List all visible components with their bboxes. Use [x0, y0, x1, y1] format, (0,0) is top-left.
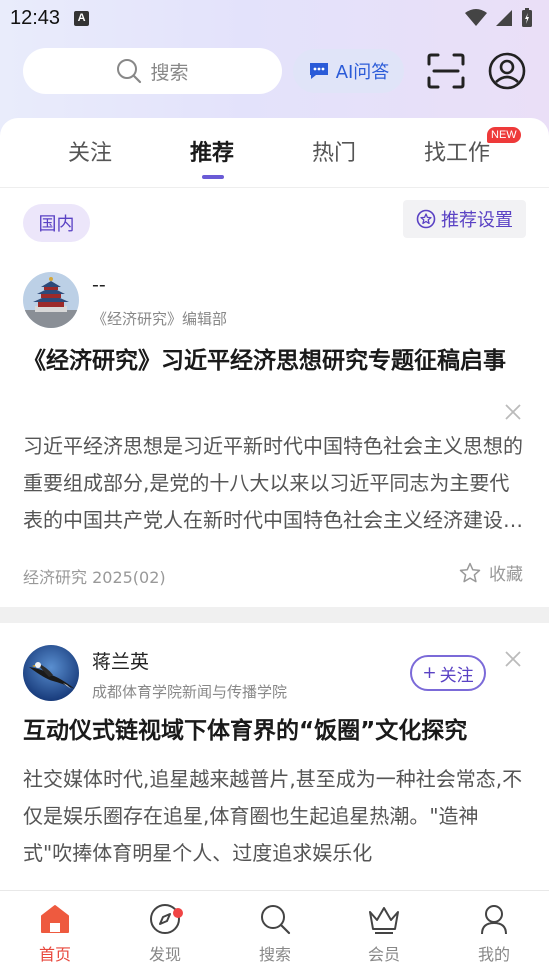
nav-mine-label: 我的: [477, 945, 510, 964]
recommend-settings-button[interactable]: 推荐设置: [403, 200, 526, 238]
status-icons: [465, 8, 533, 28]
article-summary[interactable]: 社交媒体时代,追星越来越普片,甚至成为一种社会常态,不仅是娱乐圈存在追星,体育圈…: [23, 761, 526, 872]
article-card[interactable]: -- 《经济研究》编辑部 《经济研究》习近平经济思想研究专题征稿启事 习近平经济…: [0, 270, 549, 600]
nav-search-label: 搜索: [258, 945, 291, 964]
status-bar: 12:43 A: [0, 0, 549, 36]
signal-icon: [496, 10, 512, 26]
card-separator: [0, 607, 549, 623]
nav-search[interactable]: 搜索: [245, 903, 305, 965]
nav-member[interactable]: 会员: [354, 903, 414, 965]
avatar[interactable]: [23, 645, 79, 701]
favorite-button[interactable]: 收藏: [459, 560, 523, 585]
search-icon: [261, 905, 291, 935]
tab-hot[interactable]: 热门: [312, 135, 356, 167]
close-icon[interactable]: [503, 402, 523, 422]
ai-qa-button[interactable]: AI问答: [293, 49, 404, 93]
active-tab-indicator: [202, 175, 224, 179]
nav-home-label: 首页: [38, 945, 71, 964]
user-icon: [481, 905, 507, 935]
home-icon: [41, 905, 69, 933]
favorite-label: 收藏: [489, 565, 523, 585]
temple-avatar-image: [23, 272, 79, 328]
author-org: 成都体育学院新闻与传播学院: [92, 683, 288, 701]
search-icon: [117, 59, 142, 84]
nav-member-label: 会员: [367, 945, 400, 964]
profile-icon[interactable]: [488, 52, 526, 90]
top-header: 搜索 AI问答: [0, 48, 549, 94]
chat-icon: [309, 63, 328, 79]
filter-row: 国内 推荐设置: [0, 200, 549, 242]
author-name[interactable]: --: [92, 274, 106, 296]
scan-icon[interactable]: [427, 53, 465, 89]
author-name[interactable]: 蒋兰英: [92, 647, 149, 674]
search-bar[interactable]: 搜索: [23, 48, 282, 94]
plus-icon: +: [422, 663, 437, 683]
tabs-divider: [0, 187, 549, 188]
article-title[interactable]: 《经济研究》习近平经济思想研究专题征稿启事: [23, 342, 526, 381]
battery-icon: [522, 8, 532, 27]
notification-dot: [173, 908, 183, 918]
nav-discover-label: 发现: [148, 945, 181, 964]
content-panel: 关注 推荐 热门 找工作 NEW 国内 推荐设置 -- 《经济研究》编辑部 《经…: [0, 118, 549, 976]
nav-home[interactable]: 首页: [25, 903, 85, 965]
new-badge: NEW: [487, 127, 521, 143]
eagle-avatar-image: [23, 645, 79, 701]
region-chip[interactable]: 国内: [23, 204, 90, 242]
bottom-nav: 首页 发现 搜索 会员 我的: [0, 890, 549, 976]
follow-label: 关注: [439, 665, 474, 686]
nav-discover[interactable]: 发现: [135, 903, 195, 965]
star-badge-icon: [416, 209, 436, 229]
wifi-icon: [465, 9, 487, 26]
status-time: 12:43: [10, 6, 61, 29]
recommend-settings-label: 推荐设置: [441, 210, 513, 231]
tab-jobs[interactable]: 找工作: [424, 135, 490, 167]
search-placeholder: 搜索: [150, 61, 189, 84]
avatar[interactable]: [23, 272, 79, 328]
star-icon: [459, 562, 481, 582]
close-icon[interactable]: [503, 649, 523, 669]
tab-follow[interactable]: 关注: [68, 135, 112, 167]
article-card[interactable]: 蒋兰英 成都体育学院新闻与传播学院 + 关注 互动仪式链视域下体育界的“饭圈”文…: [0, 645, 549, 895]
follow-button[interactable]: + 关注: [410, 655, 486, 691]
ai-qa-label: AI问答: [335, 62, 390, 83]
tab-recommend[interactable]: 推荐: [190, 135, 234, 167]
notification-icon: A: [74, 10, 90, 26]
crown-icon: [369, 907, 399, 934]
article-source: 经济研究 2025(02): [23, 568, 166, 587]
nav-mine[interactable]: 我的: [464, 903, 524, 965]
author-org: 《经济研究》编辑部: [92, 310, 228, 328]
article-summary[interactable]: 习近平经济思想是习近平新时代中国特色社会主义思想的重要组成部分,是党的十八大以来…: [23, 428, 526, 539]
category-tabs: 关注 推荐 热门 找工作 NEW: [0, 118, 549, 188]
article-title[interactable]: 互动仪式链视域下体育界的“饭圈”文化探究: [23, 712, 526, 751]
